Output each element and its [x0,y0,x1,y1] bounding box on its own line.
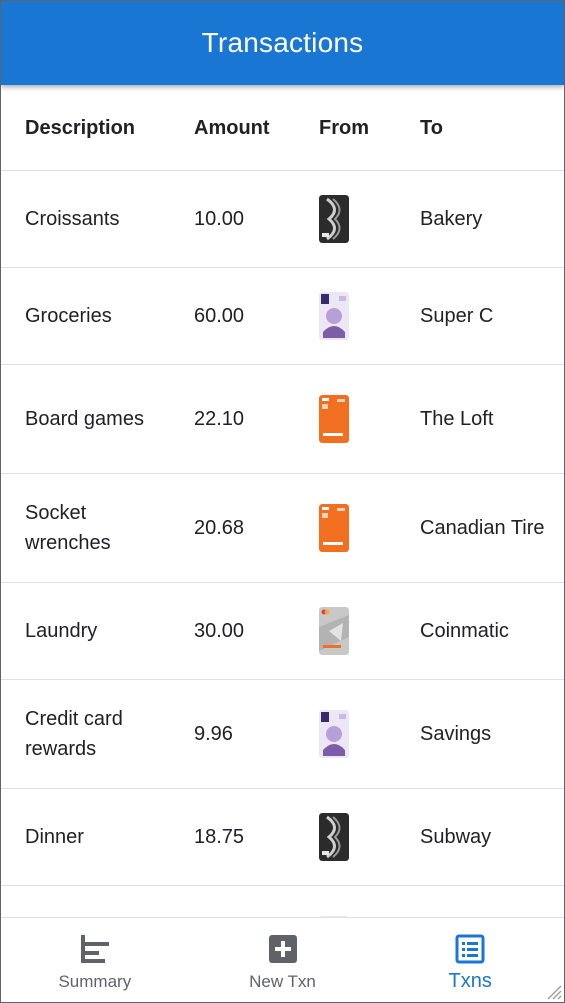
to-cell: Canadian Tire [420,517,545,539]
description-cell: Dinner [25,826,84,848]
column-header-amount[interactable]: Amount [194,113,294,143]
nav-txns[interactable]: Txns [376,918,564,1002]
amount-cell: 20.68 [194,517,245,539]
amount-cell: 10.00 [194,208,245,230]
to-cell: Coinmatic [420,620,509,642]
to-cell: The Loft [420,408,494,430]
purple-card-icon [319,292,349,340]
summary-icon [79,934,111,969]
from-cell [319,813,353,861]
black-card-icon [319,813,349,861]
nav-new-txn[interactable]: New Txn [189,918,377,1002]
nav-txns-label: Txns [448,970,492,992]
transactions-table: Description Amount From To Croissants 10… [1,85,564,964]
nav-new-txn-label: New Txn [249,972,316,991]
description-cell: Laundry [25,620,98,642]
amount-cell: 18.75 [194,826,245,848]
to-cell: Subway [420,826,492,848]
table-row[interactable]: Credit card rewards 9.96 Savings [1,680,564,789]
page-title: Transactions [201,27,364,58]
from-cell [319,504,353,552]
add-box-icon [268,934,298,969]
column-header-description[interactable]: Description [25,113,175,143]
to-cell: Savings [420,723,492,745]
table-row[interactable]: Laundry 30.00 Coinmatic [1,583,564,680]
table-row[interactable]: Board games 22.10 The Loft [1,365,564,474]
table-row[interactable]: Dinner 18.75 Subway [1,789,564,886]
from-cell [319,710,353,758]
description-cell: Board games [25,408,144,430]
description-cell: Croissants [25,208,120,230]
table-row[interactable]: Groceries 60.00 Super C [1,268,564,365]
orange-card-icon [319,504,349,552]
nav-summary[interactable]: Summary [1,918,189,1002]
to-cell: Bakery [420,208,483,230]
resize-handle-icon[interactable] [544,982,562,1000]
column-header-from[interactable]: From [319,113,369,143]
app-frame: Transactions Description Amount From To … [0,0,565,1003]
amount-cell: 30.00 [194,620,245,642]
orange-card-icon [319,395,349,443]
table-row[interactable]: Socket wrenches 20.68 Canadian Tire [1,474,564,583]
from-cell [319,292,353,340]
bottom-navigation: Summary New Txn Txns [1,917,564,1002]
table-header-row: Description Amount From To [1,85,564,171]
to-cell: Super C [420,305,494,327]
description-cell: Groceries [25,305,112,327]
description-cell: Socket wrenches [25,502,111,554]
table-row[interactable]: Croissants 10.00 Bakery [1,171,564,268]
nav-summary-label: Summary [58,972,132,991]
list-icon [455,934,485,969]
amount-cell: 22.10 [194,408,245,430]
amount-cell: 9.96 [194,723,233,745]
from-cell [319,607,353,655]
from-cell [319,195,353,243]
column-header-to[interactable]: To [420,113,560,143]
from-cell [319,395,353,443]
app-bar: Transactions [1,1,564,85]
purple-card-icon [319,710,349,758]
amount-cell: 60.00 [194,305,245,327]
description-cell: Credit card rewards [25,708,123,760]
black-card-icon [319,195,349,243]
gray-card-icon [319,607,349,655]
